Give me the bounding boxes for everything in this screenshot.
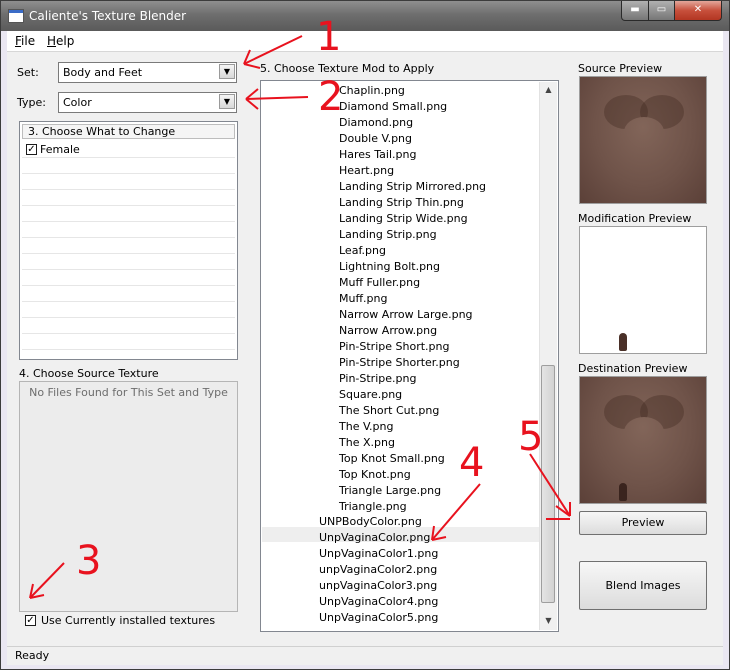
arrow-1-shaft: [243, 35, 303, 65]
annotation-3: 3: [76, 538, 102, 584]
annotation-4: 4: [459, 440, 485, 486]
annotation-1: 1: [316, 14, 342, 60]
arrow-5-shaft: [529, 453, 571, 517]
arrow-2-shaft: [245, 96, 309, 100]
annotation-arrows: [29, 35, 571, 599]
arrow-1-head: [243, 49, 261, 69]
annotation-2: 2: [318, 74, 344, 120]
arrow-3-shaft: [29, 562, 65, 599]
annotation-5: 5: [518, 414, 544, 460]
arrow-4-shaft: [431, 483, 481, 541]
